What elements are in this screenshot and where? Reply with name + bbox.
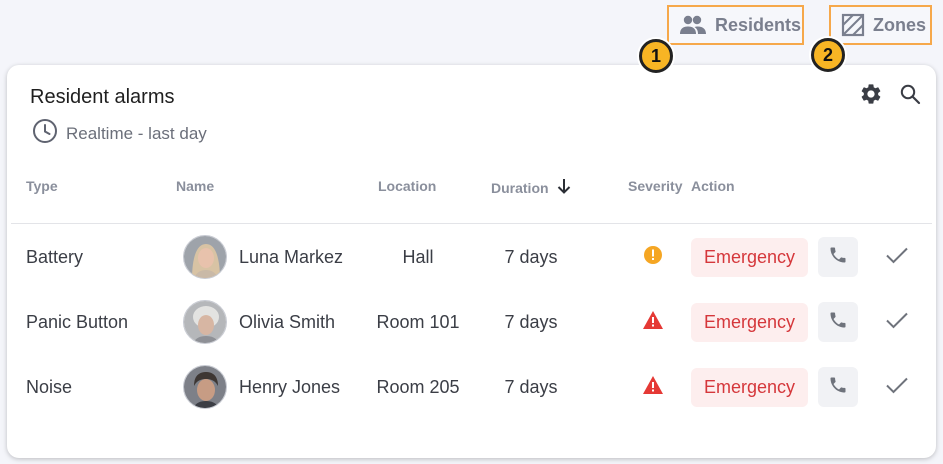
arrow-down-icon [557, 178, 571, 197]
location-cell: Room 101 [376, 311, 460, 332]
name-cell: Henry Jones [239, 376, 341, 397]
location-cell: Hall [402, 246, 434, 267]
call-button[interactable] [818, 237, 858, 277]
warning-circle-icon [643, 245, 663, 270]
zones-hatch-icon [841, 13, 865, 37]
alert-triangle-icon [642, 310, 664, 335]
avatar [183, 229, 227, 285]
name-cell: Luna Markez [239, 246, 344, 267]
header-divider [11, 223, 932, 224]
subtitle-text: Realtime - last day [66, 123, 207, 143]
resident-alarms-card: Resident alarms Realtime - last day Type… [7, 65, 936, 458]
settings-button[interactable] [857, 82, 885, 110]
duration-cell: 7 days [504, 376, 558, 397]
column-header-type[interactable]: Type [26, 178, 58, 194]
people-icon [679, 14, 707, 36]
column-header-action: Action [691, 178, 735, 194]
card-subtitle: Realtime - last day [32, 118, 207, 149]
acknowledge-cell [877, 294, 917, 350]
table-row[interactable]: Battery Luna Markez Hall 7 days Emergenc… [7, 229, 936, 285]
residents-button[interactable]: Residents [667, 5, 804, 45]
duration-cell: 7 days [504, 311, 558, 332]
search-button[interactable] [896, 82, 924, 110]
phone-icon [828, 375, 848, 400]
avatar [183, 294, 227, 350]
acknowledge-button[interactable] [877, 302, 917, 342]
severity-cell [642, 229, 664, 285]
check-icon [885, 310, 909, 335]
phone-icon [828, 310, 848, 335]
avatar [183, 359, 227, 415]
check-icon [885, 245, 909, 270]
type-cell: Panic Button [26, 311, 129, 332]
column-header-severity[interactable]: Severity [628, 178, 682, 194]
step-badge-2: 2 [811, 38, 845, 72]
column-header-location[interactable]: Location [378, 178, 436, 194]
name-cell: Olivia Smith [239, 311, 336, 332]
table-row[interactable]: Panic Button Olivia Smith Room 101 7 day… [7, 294, 936, 350]
emergency-button[interactable]: Emergency [691, 302, 808, 342]
emergency-cell: Emergency [691, 359, 808, 415]
table-row[interactable]: Noise Henry Jones Room 205 7 days Emerge… [7, 359, 936, 415]
acknowledge-button[interactable] [877, 367, 917, 407]
clock-icon [32, 118, 58, 149]
emergency-cell: Emergency [691, 229, 808, 285]
card-title: Resident alarms [30, 86, 175, 108]
residents-label: Residents [715, 14, 802, 35]
phone-cell [818, 294, 858, 350]
location-cell: Room 205 [376, 376, 460, 397]
duration-cell: 7 days [504, 246, 558, 267]
acknowledge-cell [877, 229, 917, 285]
phone-cell [818, 229, 858, 285]
type-cell: Noise [26, 376, 73, 397]
severity-cell [642, 359, 664, 415]
acknowledge-button[interactable] [877, 237, 917, 277]
call-button[interactable] [818, 302, 858, 342]
zones-button[interactable]: Zones [829, 5, 932, 45]
zones-label: Zones [873, 14, 927, 35]
step-badge-1: 1 [639, 39, 673, 73]
emergency-button[interactable]: Emergency [691, 367, 808, 407]
severity-cell [642, 294, 664, 350]
acknowledge-cell [877, 359, 917, 415]
duration-header-label: Duration [491, 179, 549, 196]
search-icon [899, 83, 921, 110]
emergency-cell: Emergency [691, 294, 808, 350]
emergency-button[interactable]: Emergency [691, 237, 808, 277]
call-button[interactable] [818, 367, 858, 407]
phone-cell [818, 359, 858, 415]
alert-triangle-icon [642, 375, 664, 400]
column-header-name[interactable]: Name [176, 178, 214, 194]
type-cell: Battery [26, 246, 84, 267]
check-icon [885, 375, 909, 400]
phone-icon [828, 245, 848, 270]
column-header-duration[interactable]: Duration [491, 178, 571, 197]
gear-icon [859, 82, 883, 111]
